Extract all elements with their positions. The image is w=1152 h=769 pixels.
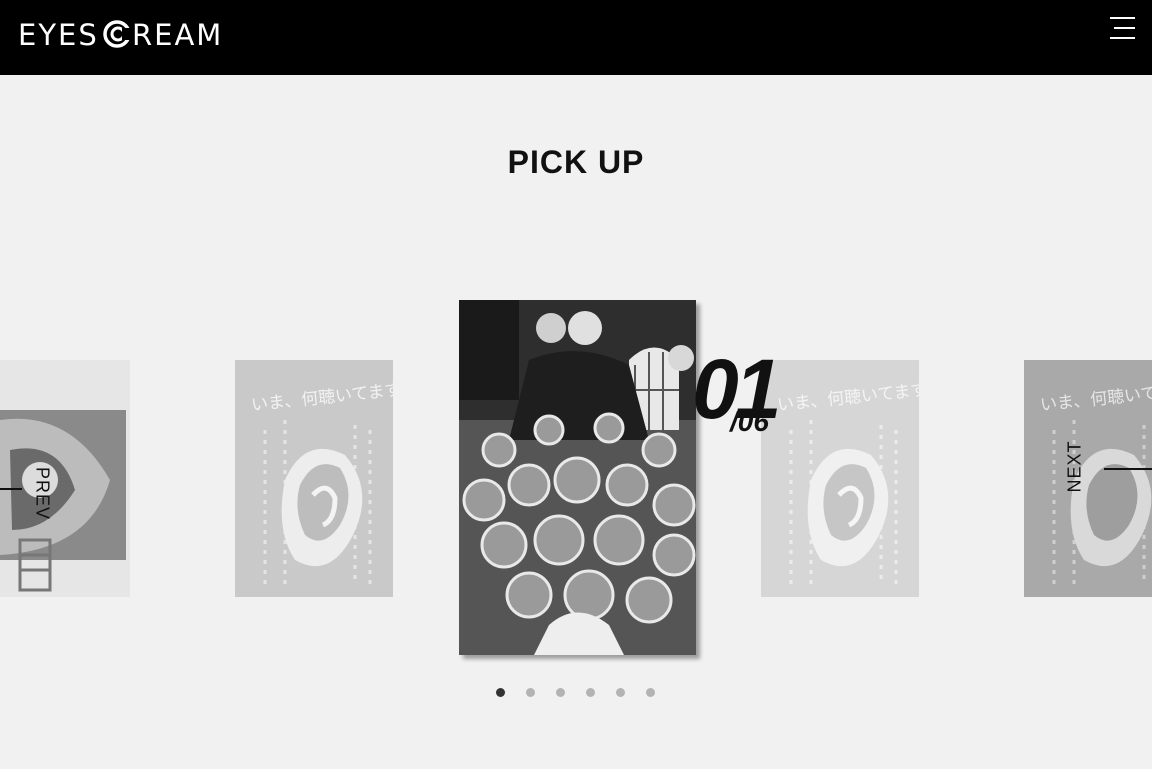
section-title: PICK UP (507, 144, 645, 180)
pagination-dots (496, 688, 666, 700)
prev-label: PREV (32, 466, 53, 521)
pagination-dot[interactable] (556, 688, 565, 697)
slide-card[interactable]: いま、何聴いてますか? (235, 360, 393, 597)
menu-line-icon (1110, 17, 1135, 19)
pagination-dot[interactable] (496, 688, 505, 697)
site-logo[interactable]: EYES REAM (18, 16, 223, 52)
slide-card-active[interactable] (459, 300, 696, 655)
hamburger-menu-button[interactable] (1108, 16, 1135, 40)
site-header: EYES REAM (0, 0, 1152, 75)
pagination-dot[interactable] (526, 688, 535, 697)
next-button[interactable]: NEXT (1060, 440, 1152, 496)
svg-text:EYES: EYES (18, 18, 99, 52)
slide-image (459, 300, 696, 655)
slide-card[interactable]: いま、何聴いてますか? (761, 360, 919, 597)
menu-line-icon (1110, 37, 1135, 39)
next-arrow-line-icon (1104, 468, 1152, 470)
pagination-dot[interactable] (586, 688, 595, 697)
menu-line-icon (1114, 27, 1135, 29)
slide-image: いま、何聴いてますか? (235, 360, 393, 597)
slide-image: いま、何聴いてますか? (761, 360, 919, 597)
logo-eye-icon (103, 20, 132, 48)
svg-text:REAM: REAM (132, 18, 223, 52)
prev-arrow-line-icon (0, 488, 22, 490)
next-label: NEXT (1064, 440, 1085, 493)
logo-wordmark: EYES REAM (18, 18, 223, 52)
pagination-dot[interactable] (646, 688, 655, 697)
prev-button[interactable]: PREV (0, 466, 64, 522)
pagination-dot[interactable] (616, 688, 625, 697)
